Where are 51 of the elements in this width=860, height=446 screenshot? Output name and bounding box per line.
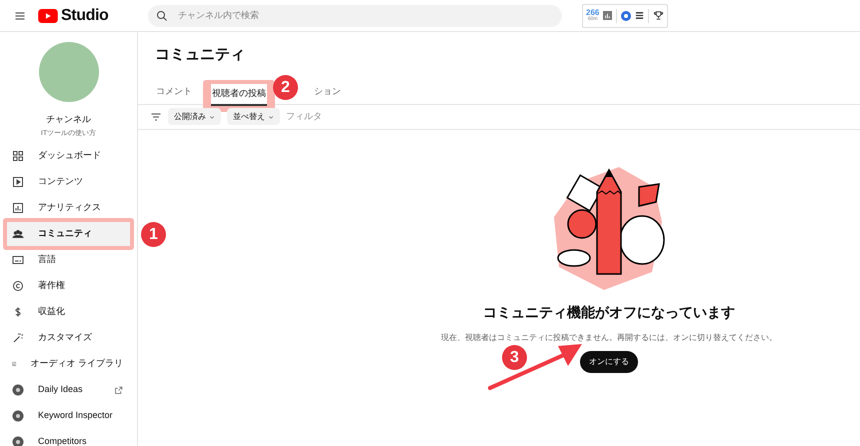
view-count: 266 (586, 9, 600, 17)
plugin-icon (12, 436, 24, 446)
external-link-icon[interactable] (114, 386, 123, 394)
play-icon (12, 176, 24, 188)
tab[interactable]: コメント (155, 82, 193, 104)
search-input[interactable]: チャンネル内で検索 (178, 8, 554, 22)
empty-state-message: 現在、視聴者はコミュニティに投稿できません。再開するには、オンに切り替えてください。 (441, 332, 777, 344)
annotation-number: 3 (502, 345, 527, 370)
search-field[interactable]: チャンネル内で検索 (148, 4, 562, 26)
sidebar-item[interactable]: アナリティクス (4, 198, 133, 218)
logo-text: Studio (61, 6, 108, 26)
menu-icon[interactable] (14, 10, 26, 22)
subtitles-icon (12, 254, 24, 266)
extension-icon[interactable] (621, 10, 632, 20)
chevron-down-icon (268, 114, 274, 120)
chart-icon[interactable] (603, 11, 612, 20)
people-icon (12, 228, 24, 240)
tab[interactable]: 視聴者の投稿 (211, 84, 267, 106)
sidebar-item[interactable]: 著作権 (4, 276, 133, 296)
sidebar-item[interactable]: コンテンツ (4, 172, 133, 192)
filter-icon[interactable] (150, 110, 162, 122)
annotation-number: 2 (273, 75, 298, 100)
copyright-icon (12, 280, 24, 292)
filter-chip[interactable]: 公開済み (168, 108, 221, 125)
plugin-icon (12, 384, 24, 396)
sidebar-item[interactable]: Daily Ideas (4, 380, 133, 400)
dashboard-icon (12, 150, 24, 162)
bar-chart-icon (12, 202, 24, 214)
sidebar-item[interactable]: カスタマイズ (4, 328, 133, 348)
sidebar-item[interactable]: オーディオ ライブラリ (4, 354, 133, 374)
magic-wand-icon (12, 332, 24, 344)
sidebar-item[interactable]: Competitors (4, 432, 133, 446)
sidebar-item[interactable]: ダッシュボード (4, 146, 133, 166)
annotation-number: 1 (141, 222, 166, 247)
plugin-icon (12, 410, 24, 422)
turn-on-button[interactable]: オンにする (580, 350, 638, 372)
logo-icon[interactable] (38, 8, 58, 22)
page-title: コミュニティ (154, 45, 246, 65)
empty-state-title: コミュニティ機能がオフになっています (483, 302, 735, 322)
tab[interactable]: ション (313, 82, 342, 104)
sidebar-item[interactable]: Keyword Inspector (4, 406, 133, 426)
sidebar-item[interactable]: 言語 (4, 250, 133, 270)
list-icon[interactable] (635, 11, 644, 20)
sidebar-item[interactable]: コミュニティ (7, 222, 130, 246)
chevron-down-icon (209, 114, 215, 120)
sidebar-item[interactable]: 収益化 (4, 302, 133, 322)
filter-chip[interactable]: 並べ替え (227, 108, 280, 125)
filter-input[interactable]: フィルタ (286, 110, 386, 124)
channel-name: チャンネル (46, 113, 91, 126)
search-icon (156, 10, 168, 22)
trophy-icon[interactable] (653, 10, 664, 21)
